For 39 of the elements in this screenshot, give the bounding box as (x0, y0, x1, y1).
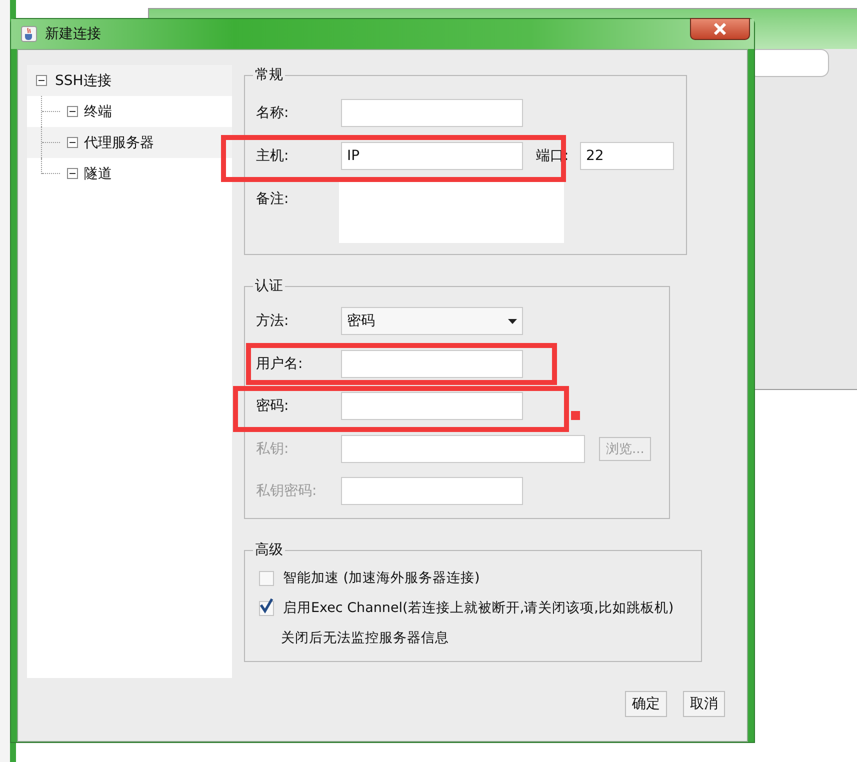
field-label: 用户名: (256, 354, 304, 372)
field-label: 名称: (256, 104, 290, 122)
group-title: 常规 (254, 67, 284, 84)
tree-item[interactable]: 代理服务器 (27, 127, 232, 158)
checkbox-label: 智能加速 (加速海外服务器连接) (283, 569, 480, 587)
input-field[interactable] (341, 350, 523, 378)
field-label: 方法: (256, 312, 290, 330)
group-title: 高级 (254, 541, 284, 559)
close-icon (713, 23, 727, 35)
field-label: 密码: (256, 397, 290, 415)
collapse-icon[interactable] (67, 168, 78, 179)
input-field[interactable]: IP (341, 142, 523, 170)
field-label: 私钥密码: (256, 482, 318, 500)
field-label: 主机: (256, 146, 290, 164)
dialog-button[interactable]: 确定 (625, 691, 667, 717)
input-field[interactable] (341, 477, 523, 505)
dialog-button[interactable]: 取消 (683, 691, 725, 717)
field-label: 备注: (256, 190, 290, 208)
input-field[interactable]: 22 (580, 142, 674, 170)
tree-item[interactable]: 隧道 (27, 158, 232, 189)
input-field[interactable] (341, 99, 523, 127)
input-field[interactable] (341, 434, 585, 462)
checkbox[interactable] (259, 570, 274, 586)
window-title: 新建连接 (45, 25, 101, 43)
close-button[interactable] (690, 18, 750, 40)
field-label: 私钥: (256, 440, 290, 458)
checkbox-label: 启用Exec Channel(若连接上就被断开,请关闭该项,比如跳板机) (283, 599, 674, 617)
marker-square (571, 411, 580, 420)
collapse-icon[interactable] (67, 137, 78, 148)
caret-icon (508, 318, 517, 324)
cup-icon (21, 26, 37, 42)
collapse-icon[interactable] (36, 75, 47, 86)
input-field[interactable] (341, 392, 523, 420)
dropdown[interactable]: 密码 (341, 307, 523, 335)
group-title: 认证 (254, 278, 284, 295)
tree-item[interactable]: SSH连接 (27, 65, 232, 96)
note-text: 关闭后无法监控服务器信息 (280, 629, 450, 648)
collapse-icon[interactable] (67, 106, 78, 117)
checkbox[interactable] (259, 600, 274, 616)
